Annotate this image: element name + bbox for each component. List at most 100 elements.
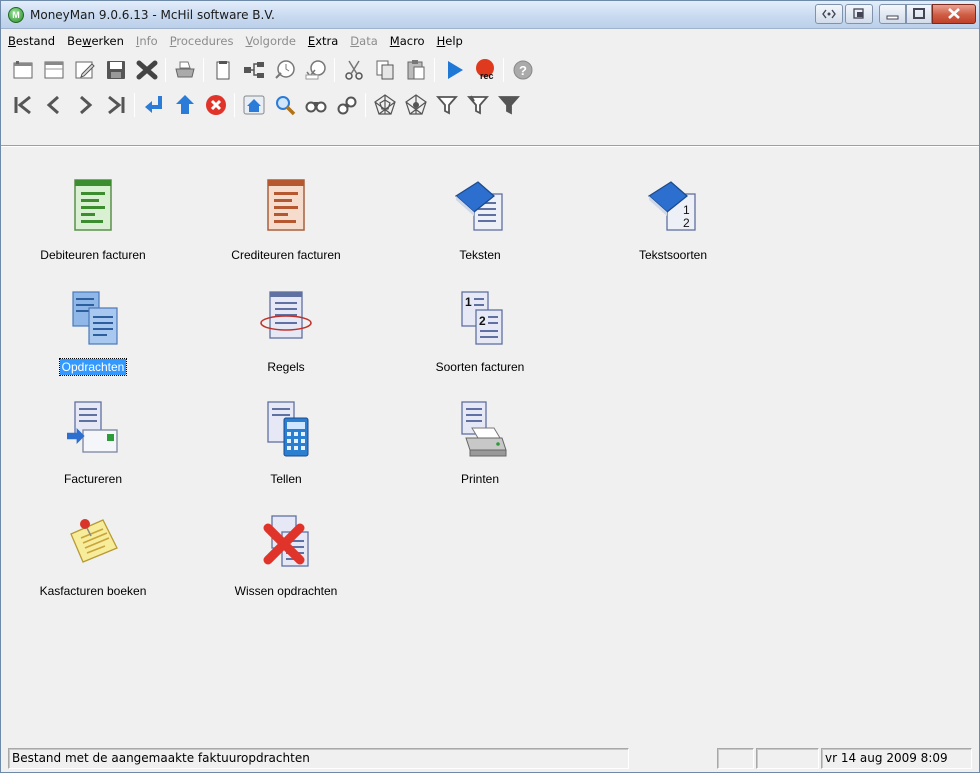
web-button[interactable] — [369, 90, 400, 120]
status-message: Bestand met de aangemaakte faktuuropdrac… — [8, 747, 629, 769]
menu-volgorde[interactable]: Volgorde — [245, 34, 295, 48]
tile-label: Soorten facturen — [435, 360, 525, 374]
timer-check-icon — [305, 60, 326, 80]
up-button[interactable] — [169, 90, 200, 120]
menu-info[interactable]: Info — [136, 34, 158, 48]
new-record-icon — [13, 61, 32, 79]
filter-button[interactable] — [431, 90, 462, 120]
print-button[interactable] — [169, 55, 200, 85]
svg-text:2: 2 — [479, 314, 486, 328]
copy-icon — [376, 60, 393, 80]
window-restore-icon — [853, 8, 864, 19]
record-macro-icon: rec — [475, 59, 494, 81]
record-macro-button[interactable]: rec — [469, 55, 500, 85]
home-button[interactable] — [238, 90, 269, 120]
print-icon — [174, 61, 195, 78]
last-record-button[interactable] — [100, 90, 131, 120]
close-button[interactable] — [932, 4, 976, 24]
return-button[interactable] — [138, 90, 169, 120]
delete-orders-icon — [263, 515, 309, 567]
title-bar[interactable]: M MoneyMan 9.0.6.13 - McHil software B.V… — [1, 1, 979, 29]
minimize-button[interactable] — [879, 4, 906, 24]
tile-crediteuren-facturen[interactable]: Crediteuren facturen — [201, 174, 371, 263]
tile-label: Crediteuren facturen — [231, 248, 341, 262]
filter-remove-button[interactable] — [493, 90, 524, 120]
tile-teksten[interactable]: Teksten — [395, 174, 565, 263]
extra-caption-button-2[interactable] — [845, 4, 873, 24]
delete-icon — [136, 60, 157, 80]
navigation-toolbar — [1, 88, 979, 122]
find-next-binoculars-icon — [337, 96, 356, 115]
status-datetime: vr 14 aug 2009 8:09 — [821, 747, 972, 769]
previous-record-button[interactable] — [38, 90, 69, 120]
menu-bestand[interactable]: Bestand — [8, 34, 55, 48]
tile-opdrachten[interactable]: Opdrachten — [8, 286, 178, 376]
paste-button[interactable] — [400, 55, 431, 85]
window-title: MoneyMan 9.0.6.13 - McHil software B.V. — [30, 8, 275, 22]
home-icon — [243, 95, 264, 115]
svg-text:?: ? — [519, 63, 527, 78]
invoicing-icon — [67, 401, 118, 453]
delete-button[interactable] — [131, 55, 162, 85]
edit-button[interactable] — [69, 55, 100, 85]
network-button[interactable] — [238, 55, 269, 85]
find-next-button[interactable] — [331, 90, 362, 120]
extra-caption-button-1[interactable] — [815, 4, 843, 24]
menu-data[interactable]: Data — [350, 34, 377, 48]
status-bar: Bestand met de aangemaakte faktuuropdrac… — [8, 746, 972, 770]
tile-tekstsoorten[interactable]: 1 2 Tekstsoorten — [588, 174, 758, 263]
filter-edit-icon — [466, 95, 489, 115]
return-icon — [144, 96, 162, 113]
first-record-button[interactable] — [7, 90, 38, 120]
new-record-button[interactable] — [7, 55, 38, 85]
tile-soorten-facturen[interactable]: 1 2 Soorten facturen — [395, 286, 565, 375]
menu-bewerken[interactable]: Bewerken — [67, 34, 124, 48]
debtor-invoices-icon — [74, 179, 112, 231]
save-button[interactable] — [100, 55, 131, 85]
help-button[interactable]: ? — [507, 55, 538, 85]
play-macro-button[interactable] — [438, 55, 469, 85]
search-icon — [275, 96, 295, 116]
clipboard-page-button[interactable] — [207, 55, 238, 85]
menu-macro[interactable]: Macro — [390, 34, 425, 48]
toolbar-separator — [134, 93, 135, 117]
app-logo-icon[interactable]: M — [8, 7, 24, 23]
maximize-icon — [913, 8, 925, 19]
close-icon — [948, 8, 960, 19]
timer-button[interactable] — [269, 55, 300, 85]
tile-regels[interactable]: Regels — [201, 286, 371, 375]
cancel-button[interactable] — [200, 90, 231, 120]
tile-factureren[interactable]: Factureren — [8, 398, 178, 487]
menu-procedures[interactable]: Procedures — [170, 34, 234, 48]
clipboard-page-icon — [216, 61, 229, 80]
status-panel-2 — [717, 747, 754, 769]
maximize-button[interactable] — [906, 4, 932, 24]
tile-kasfacturen-boeken[interactable]: Kasfacturen boeken — [8, 510, 178, 599]
find-button[interactable] — [300, 90, 331, 120]
copy-button[interactable] — [369, 55, 400, 85]
search-button[interactable] — [269, 90, 300, 120]
window-button[interactable] — [38, 55, 69, 85]
toolbar-separator — [165, 58, 166, 82]
help-icon: ? — [513, 60, 532, 80]
menu-extra[interactable]: Extra — [308, 34, 338, 48]
tile-tellen[interactable]: Tellen — [201, 398, 371, 487]
timer-check-button[interactable] — [300, 55, 331, 85]
cut-button[interactable] — [338, 55, 369, 85]
toolbar-separator — [203, 58, 204, 82]
web-search-button[interactable] — [400, 90, 431, 120]
tile-label: Regels — [267, 360, 305, 374]
menu-help[interactable]: Help — [437, 34, 463, 48]
cash-invoices-note-icon — [70, 519, 118, 563]
next-record-button[interactable] — [69, 90, 100, 120]
svg-text:2: 2 — [683, 216, 690, 230]
tile-debiteuren-facturen[interactable]: Debiteuren facturen — [8, 174, 178, 263]
tile-label: Debiteuren facturen — [40, 248, 146, 262]
orders-icon — [72, 291, 118, 345]
web-icon — [373, 94, 396, 115]
status-spacer — [629, 748, 717, 769]
timer-icon — [274, 60, 295, 79]
tile-wissen-opdrachten[interactable]: Wissen opdrachten — [201, 510, 371, 599]
filter-edit-button[interactable] — [462, 90, 493, 120]
tile-printen[interactable]: Printen — [395, 398, 565, 487]
